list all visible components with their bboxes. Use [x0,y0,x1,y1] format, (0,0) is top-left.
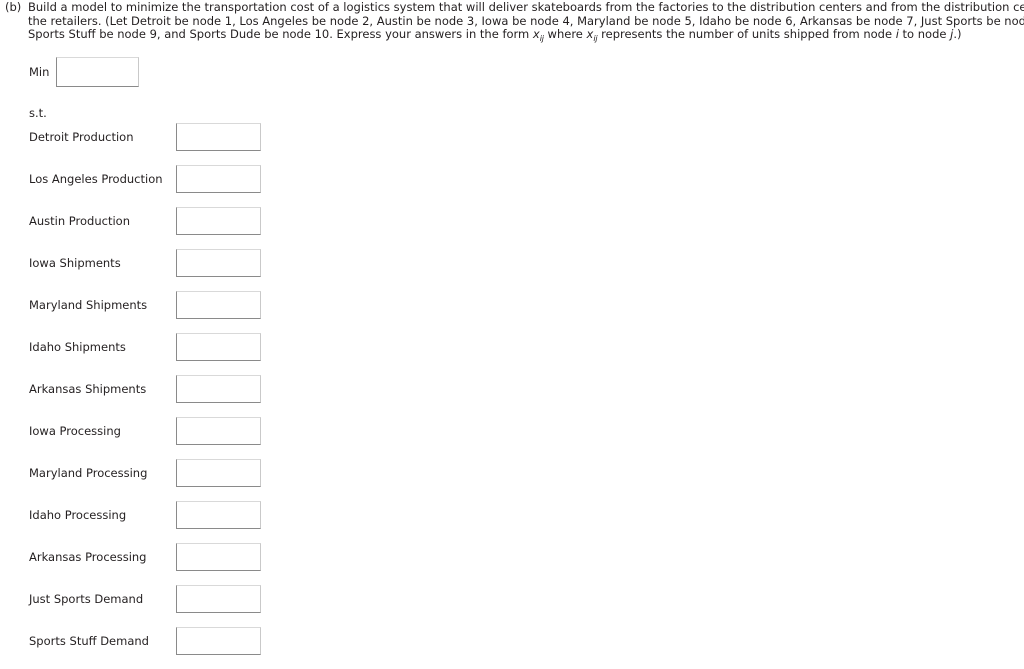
constraint-row: Idaho Shipments [0,333,1024,375]
constraint-label-los-angeles-production: Los Angeles Production [29,172,163,186]
objective-row: Min [29,57,140,87]
constraint-field-los-angeles-production [176,165,261,193]
constraint-field-arkansas-shipments [176,375,261,403]
constraint-input-detroit-production[interactable] [176,123,261,151]
constraint-field-iowa-processing [176,417,261,445]
constraint-row: Maryland Shipments [0,291,1024,333]
question-line-3-end: .) [953,27,962,42]
variable-x-2-subscript: ij [593,33,598,44]
variable-x-1-subscript: ij [539,33,544,44]
constraint-field-austin-production [176,207,261,235]
constraint-field-maryland-shipments [176,291,261,319]
constraint-row: Iowa Shipments [0,249,1024,291]
constraint-field-idaho-processing [176,501,261,529]
question-line-3-between: to node [898,27,951,42]
constraint-field-iowa-shipments [176,249,261,277]
constraint-field-just-sports-demand [176,585,261,613]
constraint-row: Arkansas Processing [0,543,1024,585]
problem-page: (b) Build a model to minimize the transp… [0,0,1024,655]
constraint-label-arkansas-processing: Arkansas Processing [29,550,147,564]
constraint-input-arkansas-shipments[interactable] [176,375,261,403]
question-line-3-mid: where [543,27,587,42]
constraint-field-maryland-processing [176,459,261,487]
constraint-input-iowa-processing[interactable] [176,417,261,445]
question-line-2: the retailers. (Let Detroit be node 1, L… [28,13,1024,28]
question-line-3-after: represents the number of units shipped f… [597,27,896,42]
constraint-input-idaho-processing[interactable] [176,501,261,529]
constraint-input-just-sports-demand[interactable] [176,585,261,613]
constraint-label-maryland-shipments: Maryland Shipments [29,298,148,312]
question-text: Build a model to minimize the transporta… [28,0,1024,44]
constraint-row: Just Sports Demand [0,585,1024,627]
constraint-input-los-angeles-production[interactable] [176,165,261,193]
constraint-row: Iowa Processing [0,417,1024,459]
constraint-field-idaho-shipments [176,333,261,361]
constraint-row: Arkansas Shipments [0,375,1024,417]
constraint-field-arkansas-processing [176,543,261,571]
constraint-input-sports-stuff-demand[interactable] [176,627,261,655]
question-line-3: Sports Stuff be node 9, and Sports Dude … [28,27,1020,44]
constraint-label-maryland-processing: Maryland Processing [29,466,148,480]
question-line-1: Build a model to minimize the transporta… [28,0,1024,14]
constraint-field-detroit-production [176,123,261,151]
constraint-input-iowa-shipments[interactable] [176,249,261,277]
constraint-row: Los Angeles Production [0,165,1024,207]
constraint-label-just-sports-demand: Just Sports Demand [29,592,144,606]
constraint-input-maryland-shipments[interactable] [176,291,261,319]
subject-to-label: s.t. [29,106,47,120]
constraint-row: Sports Stuff Demand [0,627,1024,669]
objective-input[interactable] [56,57,140,87]
constraint-label-sports-stuff-demand: Sports Stuff Demand [29,634,149,648]
constraint-input-idaho-shipments[interactable] [176,333,261,361]
constraint-field-sports-stuff-demand [176,627,261,655]
constraint-row: Austin Production [0,207,1024,249]
constraint-label-iowa-processing: Iowa Processing [29,424,121,438]
constraint-row: Maryland Processing [0,459,1024,501]
constraint-input-maryland-processing[interactable] [176,459,261,487]
constraint-label-arkansas-shipments: Arkansas Shipments [29,382,147,396]
variable-x-1: x [532,27,540,42]
question-line-3-prefix: Sports Stuff be node 9, and Sports Dude … [28,27,533,42]
constraint-label-austin-production: Austin Production [29,214,130,228]
constraint-input-austin-production[interactable] [176,207,261,235]
constraint-label-idaho-processing: Idaho Processing [29,508,127,522]
constraint-label-detroit-production: Detroit Production [29,130,134,144]
constraint-row: Detroit Production [0,123,1024,165]
min-label: Min [29,65,50,79]
constraint-label-idaho-shipments: Idaho Shipments [29,340,126,354]
question-label: (b) [5,0,22,14]
constraint-list: Detroit Production Los Angeles Productio… [0,123,1024,669]
constraint-label-iowa-shipments: Iowa Shipments [29,256,121,270]
constraint-row: Idaho Processing [0,501,1024,543]
constraint-input-arkansas-processing[interactable] [176,543,261,571]
